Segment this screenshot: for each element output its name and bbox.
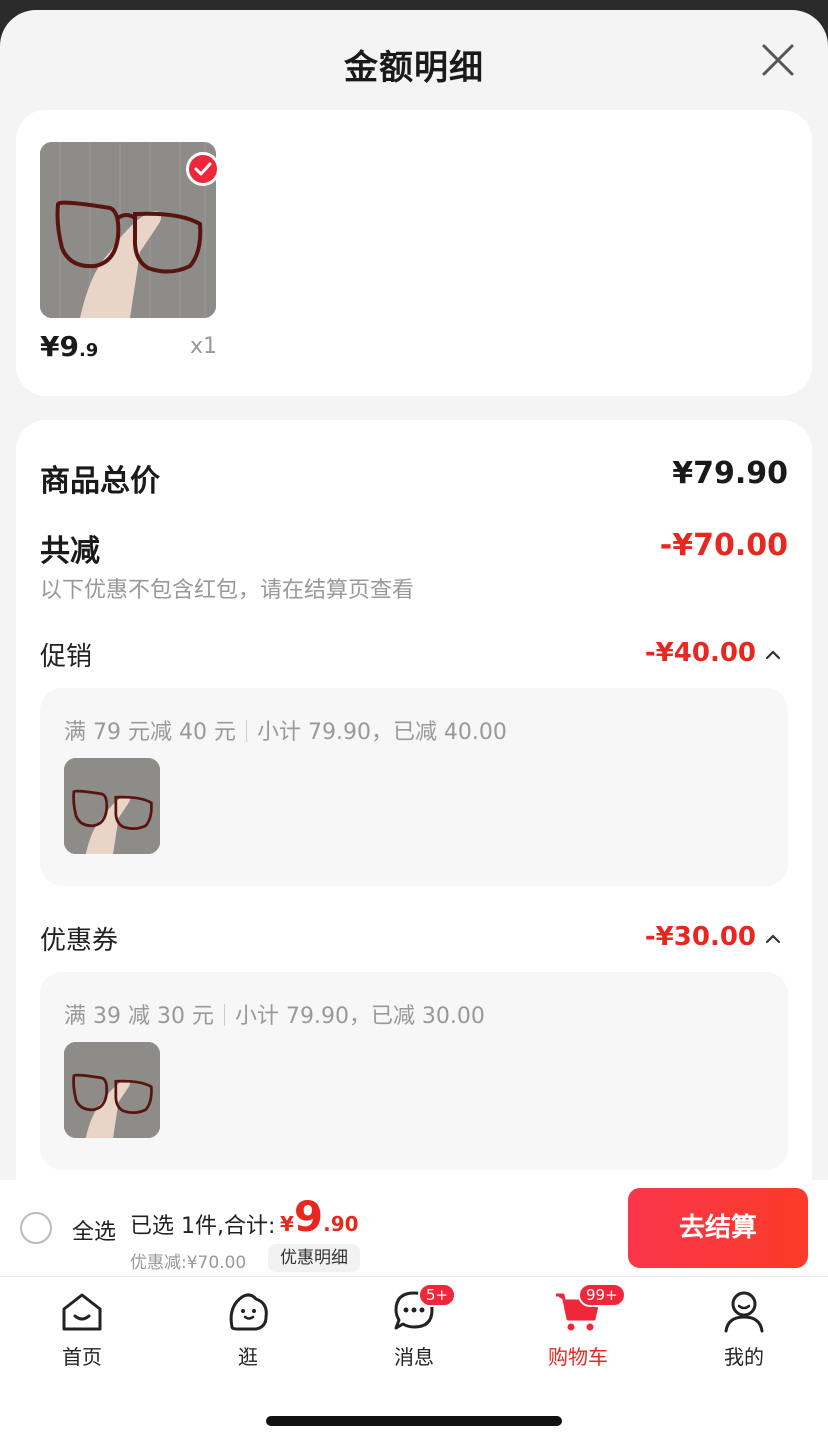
coupon-value: -¥30.00 <box>644 922 756 952</box>
tab-cart-label: 购物车 <box>548 1345 608 1369</box>
coupon-label: 优惠券 <box>40 926 119 956</box>
product-price-int: ¥9 <box>40 330 79 363</box>
promo-value: -¥40.00 <box>644 638 756 668</box>
cart-badge: 99+ <box>578 1283 626 1307</box>
tab-explore-label: 逛 <box>238 1345 258 1369</box>
tab-explore[interactable]: 逛 <box>188 1287 308 1377</box>
tab-profile[interactable]: 我的 <box>684 1287 804 1377</box>
promo-rule: 满 79 元减 40 元 <box>64 720 236 745</box>
explore-icon <box>229 1293 268 1331</box>
tab-messages-label: 消息 <box>394 1345 434 1369</box>
close-icon[interactable] <box>758 40 798 80</box>
promo-label: 促销 <box>40 642 93 672</box>
tab-messages[interactable]: 消息 5+ <box>354 1283 474 1377</box>
coupon-product-image[interactable] <box>64 1042 160 1138</box>
chevron-up-icon[interactable] <box>762 644 784 666</box>
product-price-dec: .9 <box>78 340 99 361</box>
selected-check-icon[interactable] <box>186 152 220 186</box>
tab-profile-label: 我的 <box>724 1345 764 1369</box>
tab-home-label: 首页 <box>62 1345 102 1369</box>
product-card: ¥9.9 x1 <box>16 110 812 396</box>
total-int: 9 <box>293 1192 324 1241</box>
coupon-summary: 小计 79.90，已减 30.00 <box>234 1004 485 1029</box>
total-currency: ¥ <box>280 1212 294 1236</box>
total-price: ¥9.90 <box>280 1192 359 1241</box>
checkout-bar: 全选 已选 1件,合计: ¥9.90 优惠减:¥70.00 优惠明细 去结算 <box>0 1180 828 1276</box>
discount-detail-button[interactable]: 优惠明细 <box>268 1244 360 1272</box>
total-label: 商品总价 <box>40 464 160 499</box>
select-all-radio[interactable] <box>20 1212 52 1244</box>
coupon-detail-box: 满 39 减 30 元小计 79.90，已减 30.00 <box>40 972 788 1170</box>
total-dec: .90 <box>323 1212 359 1236</box>
coupon-rule: 满 39 减 30 元 <box>64 1004 214 1029</box>
profile-icon <box>724 1291 764 1333</box>
sheet-title: 金额明细 <box>344 48 484 88</box>
reduce-note: 以下优惠不包含红包，请在结算页查看 <box>40 578 415 603</box>
tab-cart[interactable]: 购物车 99+ <box>518 1283 638 1377</box>
home-icon <box>62 1293 102 1331</box>
chevron-up-icon[interactable] <box>762 928 784 950</box>
reduce-label: 共减 <box>40 534 100 569</box>
checkout-button[interactable]: 去结算 <box>628 1188 808 1268</box>
reduce-value: -¥70.00 <box>659 528 788 563</box>
price-detail-card: 商品总价 ¥79.90 共减 -¥70.00 以下优惠不包含红包，请在结算页查看… <box>16 420 812 1220</box>
product-quantity: x1 <box>190 334 218 359</box>
discount-text: 优惠减:¥70.00 <box>130 1253 247 1273</box>
promo-summary: 小计 79.90，已减 40.00 <box>256 720 507 745</box>
total-value: ¥79.90 <box>672 456 788 491</box>
selected-count-text: 已选 1件,合计: <box>130 1214 276 1239</box>
coupon-detail-text: 满 39 减 30 元小计 79.90，已减 30.00 <box>64 998 485 1030</box>
promo-product-image[interactable] <box>64 758 160 854</box>
tab-home[interactable]: 首页 <box>22 1287 142 1377</box>
promo-detail-box: 满 79 元减 40 元小计 79.90，已减 40.00 <box>40 688 788 886</box>
message-badge: 5+ <box>418 1283 457 1307</box>
promo-detail-text: 满 79 元减 40 元小计 79.90，已减 40.00 <box>64 714 507 746</box>
home-indicator[interactable] <box>266 1416 562 1426</box>
select-all-label[interactable]: 全选 <box>72 1214 116 1246</box>
product-price: ¥9.9 <box>40 330 98 363</box>
